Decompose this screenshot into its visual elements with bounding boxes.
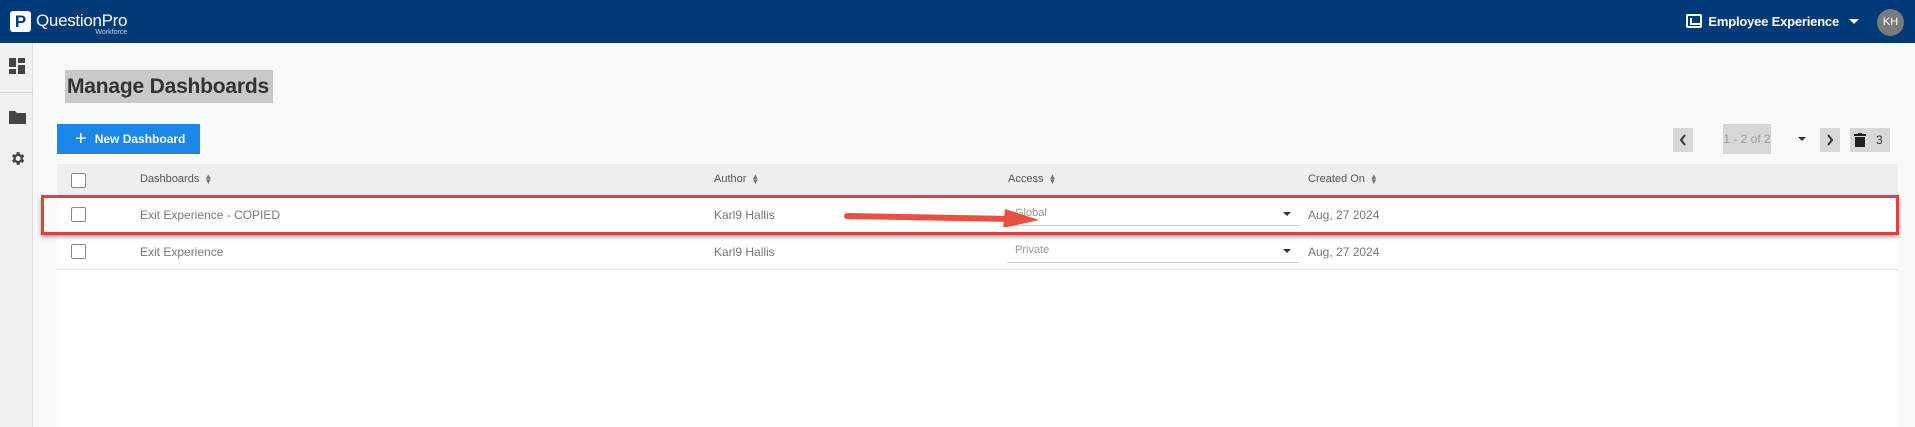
questionpro-logo[interactable]: P QuestionPro Workforce xyxy=(10,11,128,36)
sort-icon: ▲ ▼ xyxy=(1369,172,1378,186)
sort-icon: ▲ ▼ xyxy=(1048,172,1057,186)
page-title-wrapper: Manage Dashboards xyxy=(65,70,273,103)
column-header-author[interactable]: Author ▲ ▼ xyxy=(714,172,760,186)
table-row[interactable]: Exit Experience Karl9 Hallis Private Aug… xyxy=(57,233,1898,270)
chevron-down-icon[interactable] xyxy=(1798,137,1806,141)
sidebar-item-folders[interactable] xyxy=(6,106,28,128)
page-range-select[interactable]: 1 - 2 of 2 xyxy=(1723,124,1771,154)
column-label: Author xyxy=(714,173,747,185)
sidebar-item-settings[interactable] xyxy=(6,147,28,169)
top-bar: P QuestionPro Workforce Employee Experie… xyxy=(0,0,1915,43)
author-name: Karl9 Hallis xyxy=(714,245,775,259)
trash-count: 3 xyxy=(1876,133,1883,147)
product-switcher[interactable]: Employee Experience xyxy=(1686,10,1859,32)
access-value: Private xyxy=(1015,244,1050,256)
dashboard-icon xyxy=(9,58,25,74)
avatar[interactable]: KH xyxy=(1877,9,1904,36)
sort-icon: ▲ ▼ xyxy=(204,172,213,186)
next-page-button[interactable] xyxy=(1820,128,1840,152)
product-label: Employee Experience xyxy=(1708,13,1839,29)
prev-page-button[interactable] xyxy=(1673,128,1693,152)
logo-subtitle: Workforce xyxy=(95,29,128,36)
chevron-down-icon xyxy=(1283,249,1291,253)
new-dashboard-button[interactable]: + New Dashboard xyxy=(57,124,200,154)
trash-icon xyxy=(1854,133,1866,147)
annotation-arrow-icon xyxy=(844,209,1039,227)
created-on-date: Aug, 27 2024 xyxy=(1308,245,1380,259)
trash-button[interactable]: 3 xyxy=(1850,128,1890,152)
column-header-access[interactable]: Access ▲ ▼ xyxy=(1008,172,1057,186)
plus-icon: + xyxy=(75,128,87,150)
chevron-left-icon xyxy=(1679,134,1686,146)
new-dashboard-label: New Dashboard xyxy=(94,132,186,146)
logo-title: QuestionPro xyxy=(36,11,128,30)
select-all-checkbox[interactable] xyxy=(71,173,86,188)
dashboard-name[interactable]: Exit Experience xyxy=(140,245,223,259)
sidebar-divider xyxy=(0,92,33,93)
chevron-right-icon xyxy=(1827,134,1834,146)
product-icon xyxy=(1686,14,1703,28)
column-label: Created On xyxy=(1308,173,1365,185)
column-header-created-on[interactable]: Created On ▲ ▼ xyxy=(1308,172,1378,186)
chevron-down-icon xyxy=(1849,18,1859,24)
logo-mark: P xyxy=(10,11,31,32)
sidebar-item-dashboards[interactable] xyxy=(6,55,28,77)
logo-text: QuestionPro Workforce xyxy=(36,11,128,36)
sidebar xyxy=(0,43,33,427)
column-label: Dashboards xyxy=(140,173,200,185)
folder-icon xyxy=(8,111,26,124)
row-checkbox[interactable] xyxy=(71,244,86,259)
sort-icon: ▲ ▼ xyxy=(751,172,760,186)
page-title: Manage Dashboards xyxy=(67,75,269,98)
column-label: Access xyxy=(1008,173,1044,185)
gear-icon xyxy=(11,151,24,165)
access-select[interactable]: Private xyxy=(1007,239,1299,263)
column-header-dashboards[interactable]: Dashboards ▲ ▼ xyxy=(140,172,213,186)
table-header: Dashboards ▲ ▼ Author ▲ ▼ Access ▲ ▼ Create… xyxy=(57,164,1898,196)
